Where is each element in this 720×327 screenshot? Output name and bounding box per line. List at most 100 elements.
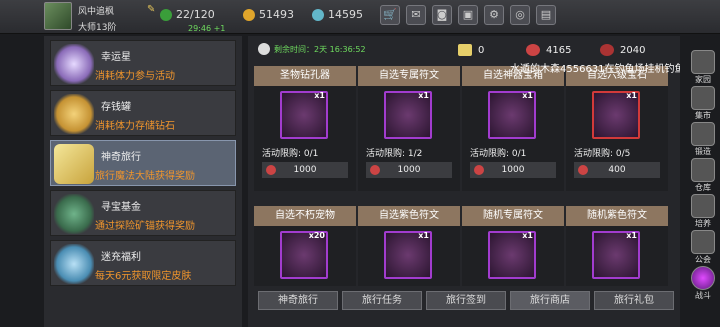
clock-icon — [258, 43, 270, 55]
shop-item-limit: 活动限购: 0/1 — [262, 149, 319, 159]
shop-item-limit: 活动限购: 0/5 — [574, 149, 631, 159]
nav-market[interactable]: 集市 — [686, 84, 720, 124]
gem-value: 14595 — [328, 8, 363, 21]
currency-ticket: 0 — [458, 44, 484, 56]
remaining-time: 剩余时间：2天 16:36:52 — [258, 43, 366, 55]
currency-value: 0 — [478, 44, 485, 56]
top-bar: 风中追枫 大师13阶 ✎ 22/120 29:46 +1 51493 14595… — [0, 0, 720, 34]
guild-icon — [691, 230, 715, 254]
menu-item-subtitle: 每天6元获取限定皮肤 — [95, 271, 192, 282]
shop-item-card[interactable]: 自选专属符文 x1 活动限购: 1/2 1000 — [358, 66, 460, 191]
shop-item-price: 400 — [608, 165, 626, 175]
shop-item-card[interactable]: 随机紫色符文 x1 — [566, 206, 668, 286]
color-wheel-icon[interactable]: ◎ — [510, 5, 530, 25]
treasure-bag-icon — [54, 194, 94, 234]
shop-item-qty: x1 — [418, 91, 429, 100]
tab-travel[interactable]: 神奇旅行 — [258, 291, 338, 310]
tab-signin[interactable]: 旅行签到 — [426, 291, 506, 310]
shop-item-card[interactable]: 自选不朽宠物 x20 — [254, 206, 356, 286]
box-icon[interactable]: ▤ — [536, 5, 556, 25]
menu-item-piggy-bank[interactable]: 存钱罐 消耗体力存储钻石 — [50, 90, 236, 136]
menu-item-subtitle: 通过探险矿锚获得奖励 — [95, 221, 195, 232]
menu-item-lucky-star[interactable]: 幸运星 消耗体力参与活动 — [50, 40, 236, 86]
menu-item-treasure-fund[interactable]: 寻宝基金 通过探险矿锚获得奖励 — [50, 190, 236, 236]
avatar[interactable] — [44, 2, 72, 30]
warehouse-icon — [691, 158, 715, 182]
shop-item-icon: x1 — [280, 91, 328, 139]
nav-forge[interactable]: 锻造 — [686, 120, 720, 160]
ticket-icon — [458, 44, 472, 56]
currency-red-bag-1: 4165 — [526, 44, 571, 56]
nav-train[interactable]: 培养 — [686, 192, 720, 232]
player-name: 风中追枫 — [78, 7, 115, 17]
shop-item-title: 随机紫色符文 — [566, 206, 668, 226]
gem-icon — [312, 8, 324, 21]
shop-item-qty: x1 — [522, 91, 533, 100]
tab-tasks[interactable]: 旅行任务 — [342, 291, 422, 310]
shop-item-card[interactable]: 自选六级宝石 x1 活动限购: 0/5 400 — [566, 66, 668, 191]
menu-item-recharge-bonus[interactable]: 迷充福利 每天6元获取限定皮肤 — [50, 240, 236, 286]
shop-item-title: 随机专属符文 — [462, 206, 564, 226]
gear-icon[interactable]: ⚙ — [484, 5, 504, 25]
currency-red-bag-2: 2040 — [600, 44, 645, 56]
currency-value: 4165 — [546, 44, 572, 56]
anvil-icon — [691, 122, 715, 146]
mail-icon[interactable]: ✉ — [406, 5, 426, 25]
stamina-timer: 29:46 +1 — [188, 24, 226, 33]
shop-item-qty: x20 — [308, 231, 325, 240]
cart-icon[interactable]: 🛒 — [380, 5, 400, 25]
gold-coin-icon — [243, 8, 255, 21]
buy-button[interactable]: 1000 — [470, 162, 556, 178]
menu-item-travel[interactable]: 神奇旅行 旅行魔法大陆获得奖励 — [50, 140, 236, 186]
edit-icon[interactable]: ✎ — [147, 4, 155, 15]
market-icon — [691, 86, 715, 110]
shop-item-title: 自选不朽宠物 — [254, 206, 356, 226]
train-icon — [691, 194, 715, 218]
nav-home[interactable]: 家园 — [686, 48, 720, 88]
gold-value: 51493 — [259, 8, 294, 21]
lucky-star-icon — [54, 44, 94, 84]
gamepad-icon[interactable]: ◙ — [432, 5, 452, 25]
home-icon — [691, 50, 715, 74]
shop-item-price: 1000 — [501, 165, 525, 175]
crystal-icon — [54, 244, 94, 284]
shop-item-icon: x20 — [280, 231, 328, 279]
red-bag-icon — [266, 165, 276, 175]
buy-button[interactable]: 400 — [574, 162, 660, 178]
shop-panel: 剩余时间：2天 16:36:52 0 4165 2040 圣物钻孔器 x1 活动限购… — [248, 36, 680, 327]
menu-item-title: 存钱罐 — [101, 102, 131, 113]
stamina-value: 22/120 — [176, 8, 215, 21]
menu-item-subtitle: 消耗体力参与活动 — [95, 71, 175, 82]
red-bag-icon — [600, 44, 614, 56]
red-bag-icon — [474, 165, 484, 175]
red-bag-icon — [578, 165, 588, 175]
shop-item-icon: x1 — [592, 231, 640, 279]
shop-item-card[interactable]: 圣物钻孔器 x1 活动限购: 0/1 1000 — [254, 66, 356, 191]
nav-guild[interactable]: 公会 — [686, 228, 720, 268]
shop-item-card[interactable]: 自选神器宝箱 x1 活动限购: 0/1 1000 — [462, 66, 564, 191]
shop-item-limit: 活动限购: 0/1 — [470, 149, 527, 159]
stamina-stat: 22/120 — [160, 8, 215, 21]
shop-item-icon: x1 — [384, 231, 432, 279]
travel-ticket-icon — [54, 144, 94, 184]
scrolling-announcement: 水遁的木森4556631在钓鱼场挂机钓鱼时获得 — [510, 64, 680, 75]
nav-battle[interactable]: 战斗 — [686, 264, 720, 304]
gem-stat: 14595 — [312, 8, 363, 21]
shop-item-title: 自选专属符文 — [358, 66, 460, 86]
shop-item-qty: x1 — [626, 231, 637, 240]
piggy-bank-icon — [54, 94, 94, 134]
tab-gift[interactable]: 旅行礼包 — [594, 291, 674, 310]
shop-item-price: 1000 — [293, 165, 317, 175]
shop-item-icon: x1 — [592, 91, 640, 139]
nav-warehouse[interactable]: 仓库 — [686, 156, 720, 196]
shop-item-card[interactable]: 随机专属符文 x1 — [462, 206, 564, 286]
tab-shop[interactable]: 旅行商店 — [510, 291, 590, 310]
shop-item-card[interactable]: 自选紫色符文 x1 — [358, 206, 460, 286]
shop-item-icon: x1 — [384, 91, 432, 139]
shop-item-icon: x1 — [488, 231, 536, 279]
buy-button[interactable]: 1000 — [262, 162, 348, 178]
gift-icon[interactable]: ▣ — [458, 5, 478, 25]
shop-item-price: 1000 — [397, 165, 421, 175]
buy-button[interactable]: 1000 — [366, 162, 452, 178]
left-menu: 幸运星 消耗体力参与活动 存钱罐 消耗体力存储钻石 神奇旅行 旅行魔法大陆获得奖… — [44, 36, 242, 327]
